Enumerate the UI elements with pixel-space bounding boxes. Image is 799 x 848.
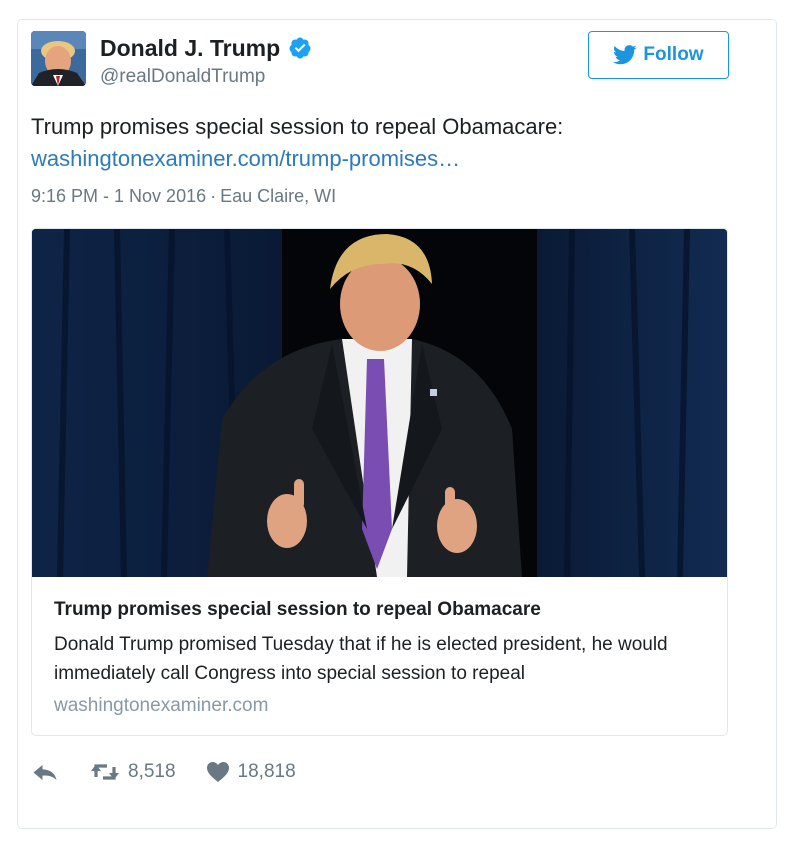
like-button[interactable]: 18,818 (206, 761, 296, 783)
card-description: Donald Trump promised Tuesday that if he… (54, 634, 668, 684)
follow-button-label: Follow (643, 44, 704, 65)
reply-icon (33, 765, 57, 780)
heart-icon (206, 762, 229, 782)
card-image[interactable] (32, 229, 727, 578)
link-card[interactable]: Trump promises special session to repeal… (31, 228, 728, 736)
retweet-icon (91, 764, 119, 780)
card-title[interactable]: Trump promises special session to repeal… (54, 598, 541, 622)
display-name[interactable]: Donald J. Trump (100, 34, 280, 62)
verified-badge-icon (289, 37, 311, 59)
tweet-body: Trump promises special session to repeal… (31, 114, 564, 139)
tweet-actions: 8,518 18,818 (32, 757, 296, 787)
tweet-link[interactable]: washingtonexaminer.com/trump-promises… (31, 143, 731, 175)
avatar[interactable] (31, 31, 86, 86)
tweet-timestamp: 9:16 PM - 1 Nov 2016 · Eau Claire, WI (31, 184, 336, 208)
twitter-bird-icon (613, 45, 638, 65)
retweet-button[interactable]: 8,518 (90, 761, 176, 783)
tweet-time[interactable]: 9:16 PM - 1 Nov 2016 (31, 186, 206, 206)
like-count: 18,818 (237, 761, 296, 782)
follow-button[interactable]: Follow (588, 31, 729, 79)
reply-button[interactable] (32, 762, 58, 782)
tweet-location[interactable]: Eau Claire, WI (220, 186, 336, 206)
name-row: Donald J. Trump (100, 34, 312, 62)
card-domain: washingtonexaminer.com (54, 695, 269, 716)
timestamp-separator: · (210, 186, 217, 206)
user-handle[interactable]: @realDonaldTrump (100, 65, 265, 89)
retweet-count: 8,518 (128, 761, 176, 782)
tweet-text: Trump promises special session to repeal… (31, 111, 731, 175)
